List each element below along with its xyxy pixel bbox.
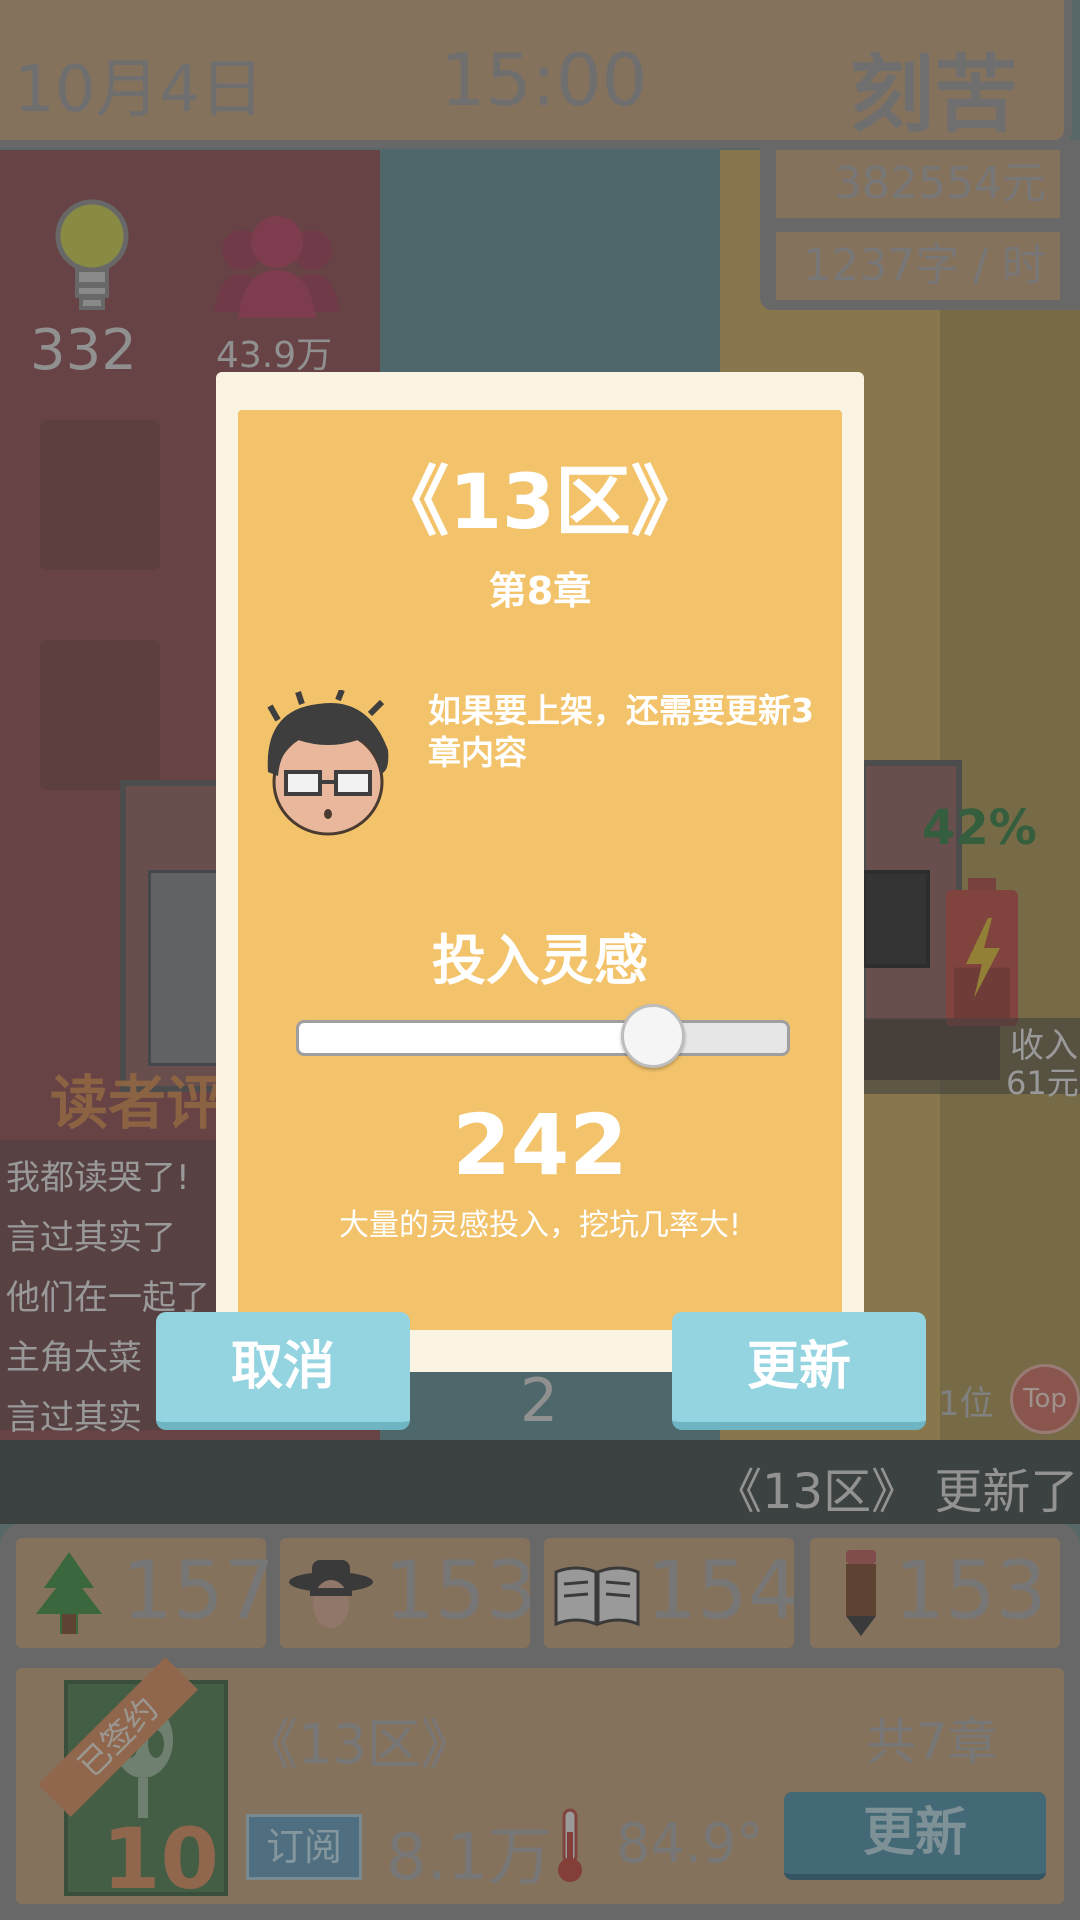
slider-fill — [299, 1023, 651, 1053]
dialog-message: 如果要上架，还需要更新3章内容 — [428, 691, 814, 772]
slider-thumb[interactable] — [621, 1004, 686, 1068]
dialog-book-title: 《13区》 — [373, 457, 707, 546]
dialog-chapter: 第8章 — [488, 569, 592, 613]
author-avatar-icon — [267, 690, 389, 836]
update-button[interactable]: 更新 — [672, 1312, 926, 1430]
invest-label: 投入灵感 — [432, 929, 648, 992]
cancel-button[interactable]: 取消 — [156, 1312, 410, 1430]
invest-value: 242 — [452, 1096, 628, 1194]
invest-hint: 大量的灵感投入，挖坑几率大! — [338, 1208, 742, 1243]
